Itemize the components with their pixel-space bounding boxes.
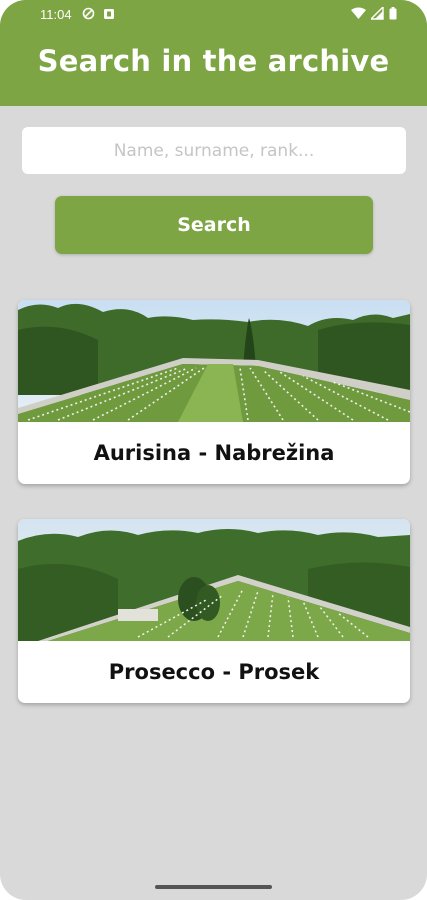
app-screen: 11:04 Search in the archive Name, surnam… <box>0 0 427 900</box>
search-button[interactable]: Search <box>55 196 373 254</box>
search-input[interactable] <box>22 127 406 174</box>
page-title: Search in the archive <box>37 44 390 78</box>
wifi-icon <box>351 7 366 19</box>
cell-signal-icon <box>371 7 384 20</box>
home-indicator[interactable] <box>155 885 272 889</box>
cemetery-card-prosecco[interactable]: Prosecco - Prosek <box>18 519 410 703</box>
status-bar: 11:04 <box>0 0 427 30</box>
cemetery-card-aurisina[interactable]: Aurisina - Nabrežina <box>18 300 410 484</box>
status-right-icons <box>351 7 397 20</box>
app-header: 11:04 Search in the archive <box>0 0 427 106</box>
vpn-shield-icon <box>82 7 95 20</box>
battery-icon <box>389 7 397 20</box>
cemetery-aurisina-photo <box>18 300 410 422</box>
cemetery-card-label: Aurisina - Nabrežina <box>93 441 335 465</box>
cemetery-prosecco-photo <box>18 519 410 641</box>
cemetery-card-label: Prosecco - Prosek <box>108 660 320 684</box>
status-left-icons <box>82 7 115 20</box>
status-time: 11:04 <box>40 7 72 22</box>
notification-app-icon <box>104 8 114 19</box>
